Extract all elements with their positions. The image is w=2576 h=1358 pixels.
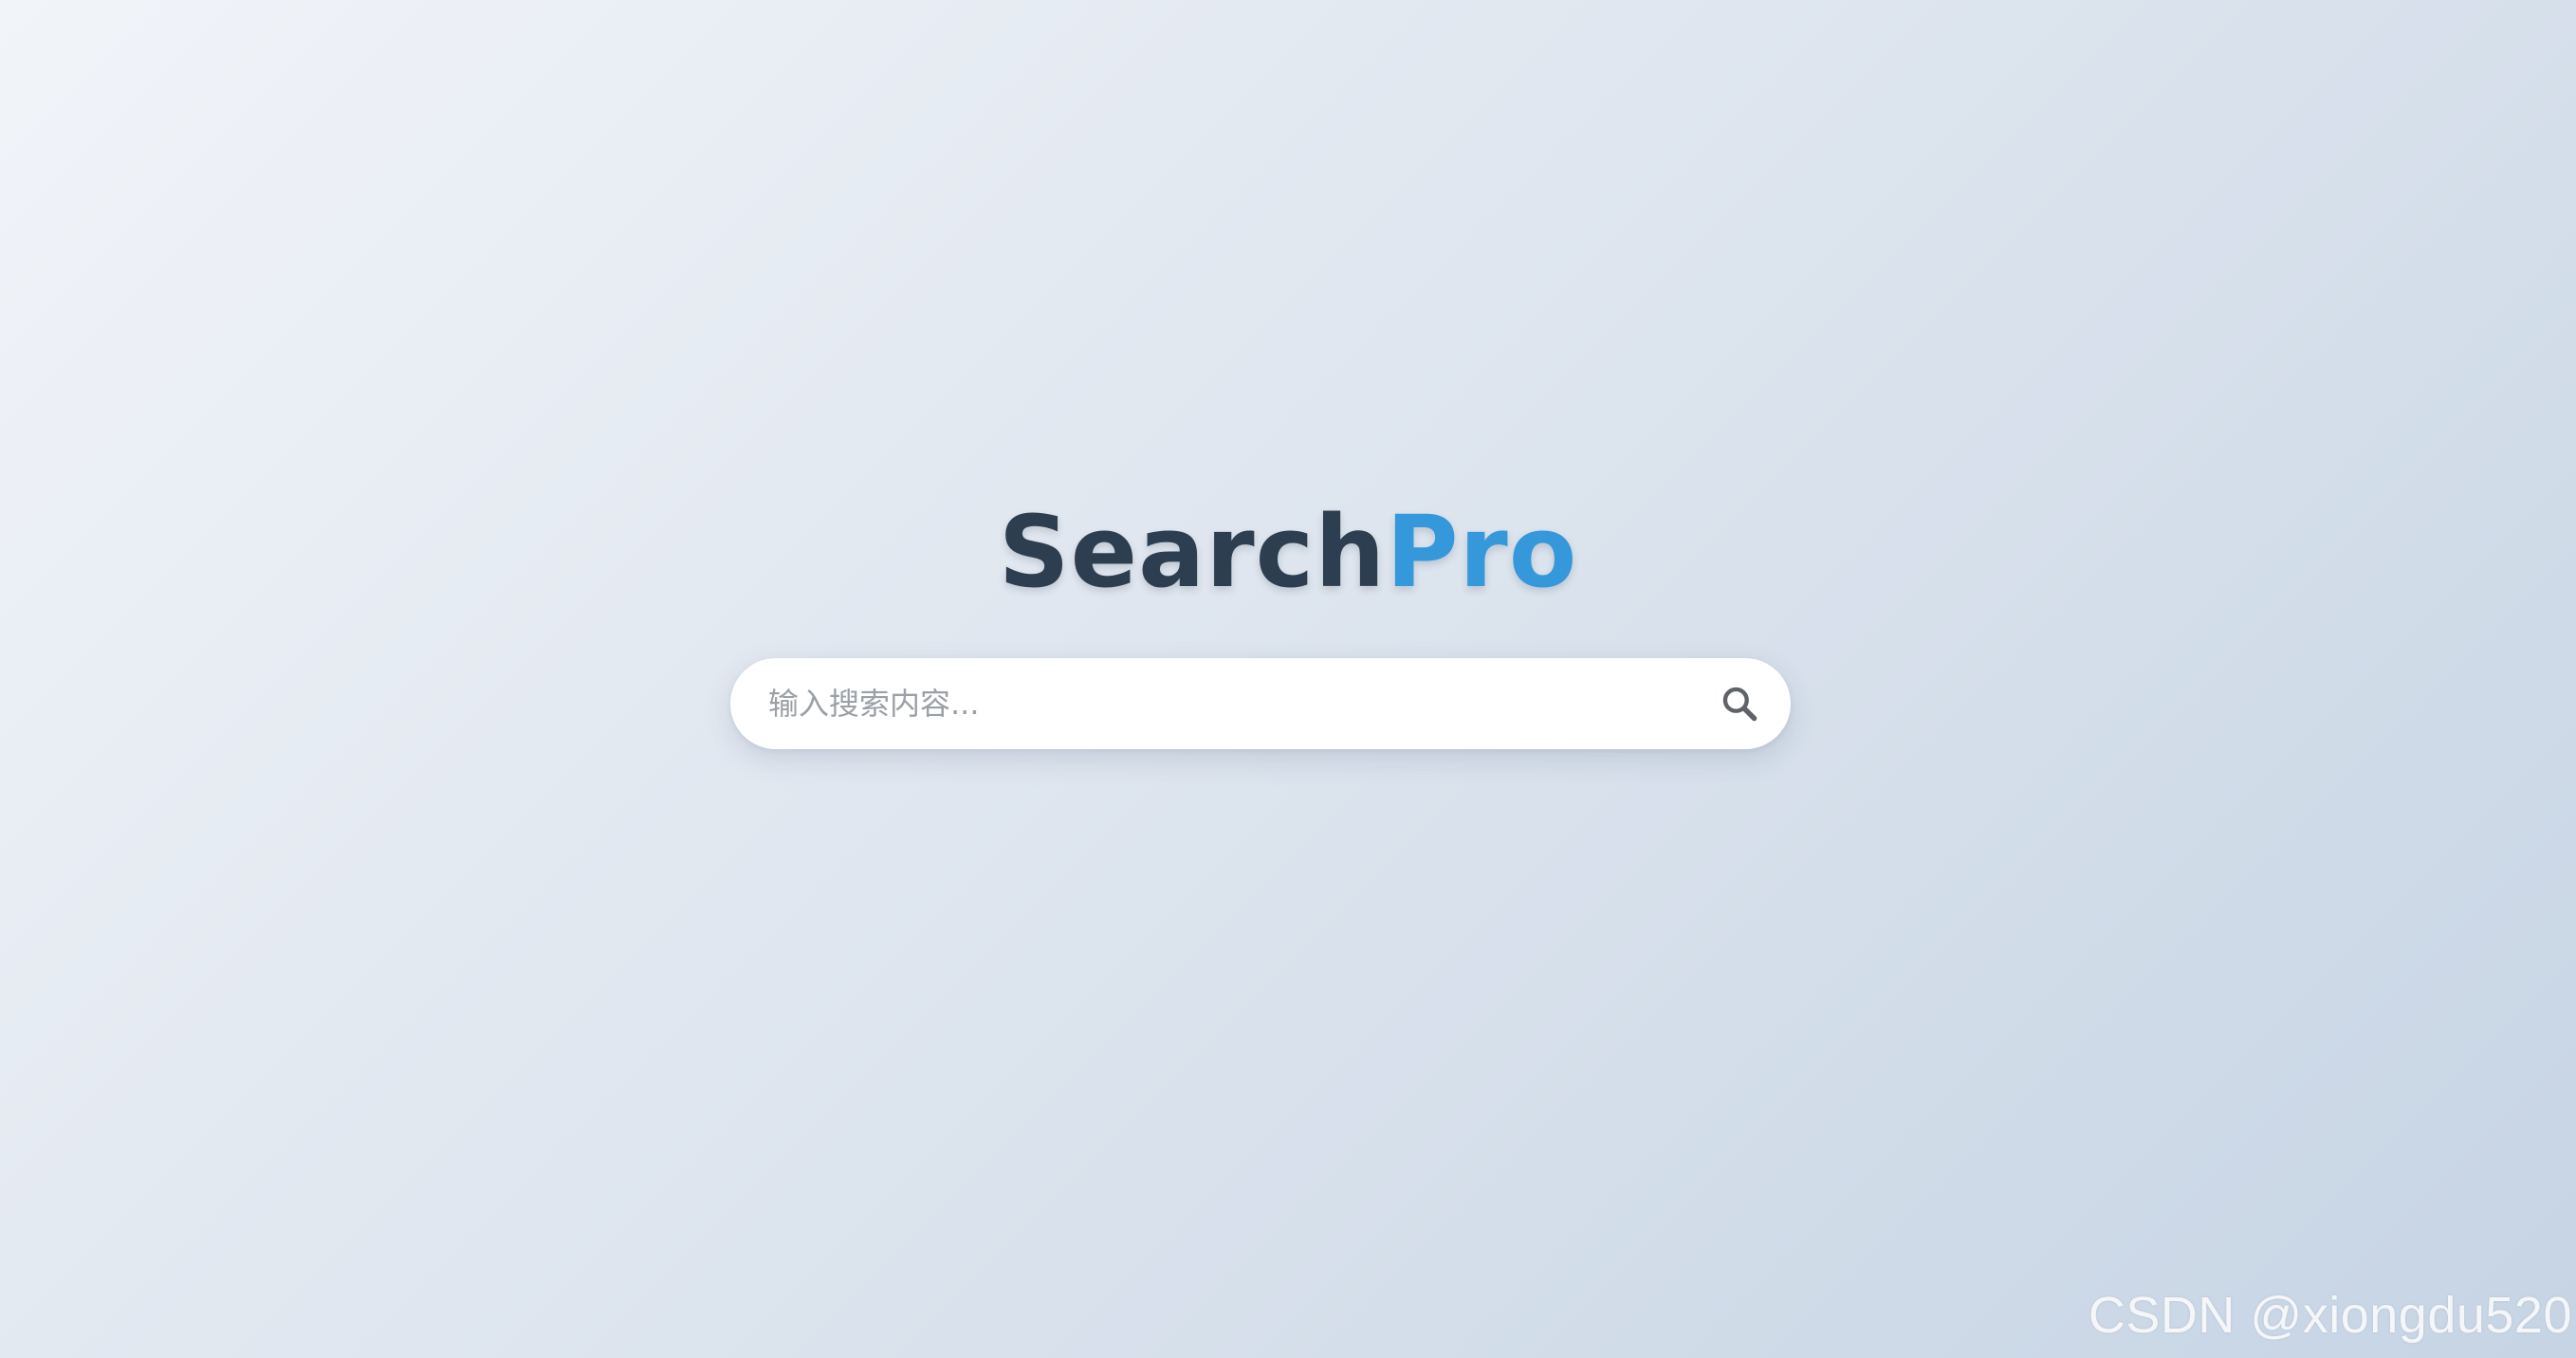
search-input[interactable] bbox=[768, 658, 1660, 749]
watermark-text: CSDN @xiongdu520 bbox=[2088, 1287, 2572, 1344]
search-icon bbox=[1719, 683, 1760, 725]
logo-text-search: Search bbox=[998, 494, 1387, 610]
search-button[interactable] bbox=[1707, 671, 1772, 736]
logo-text-pro: Pro bbox=[1386, 494, 1578, 610]
site-logo: SearchPro bbox=[0, 495, 2576, 609]
search-bar bbox=[730, 658, 1791, 749]
